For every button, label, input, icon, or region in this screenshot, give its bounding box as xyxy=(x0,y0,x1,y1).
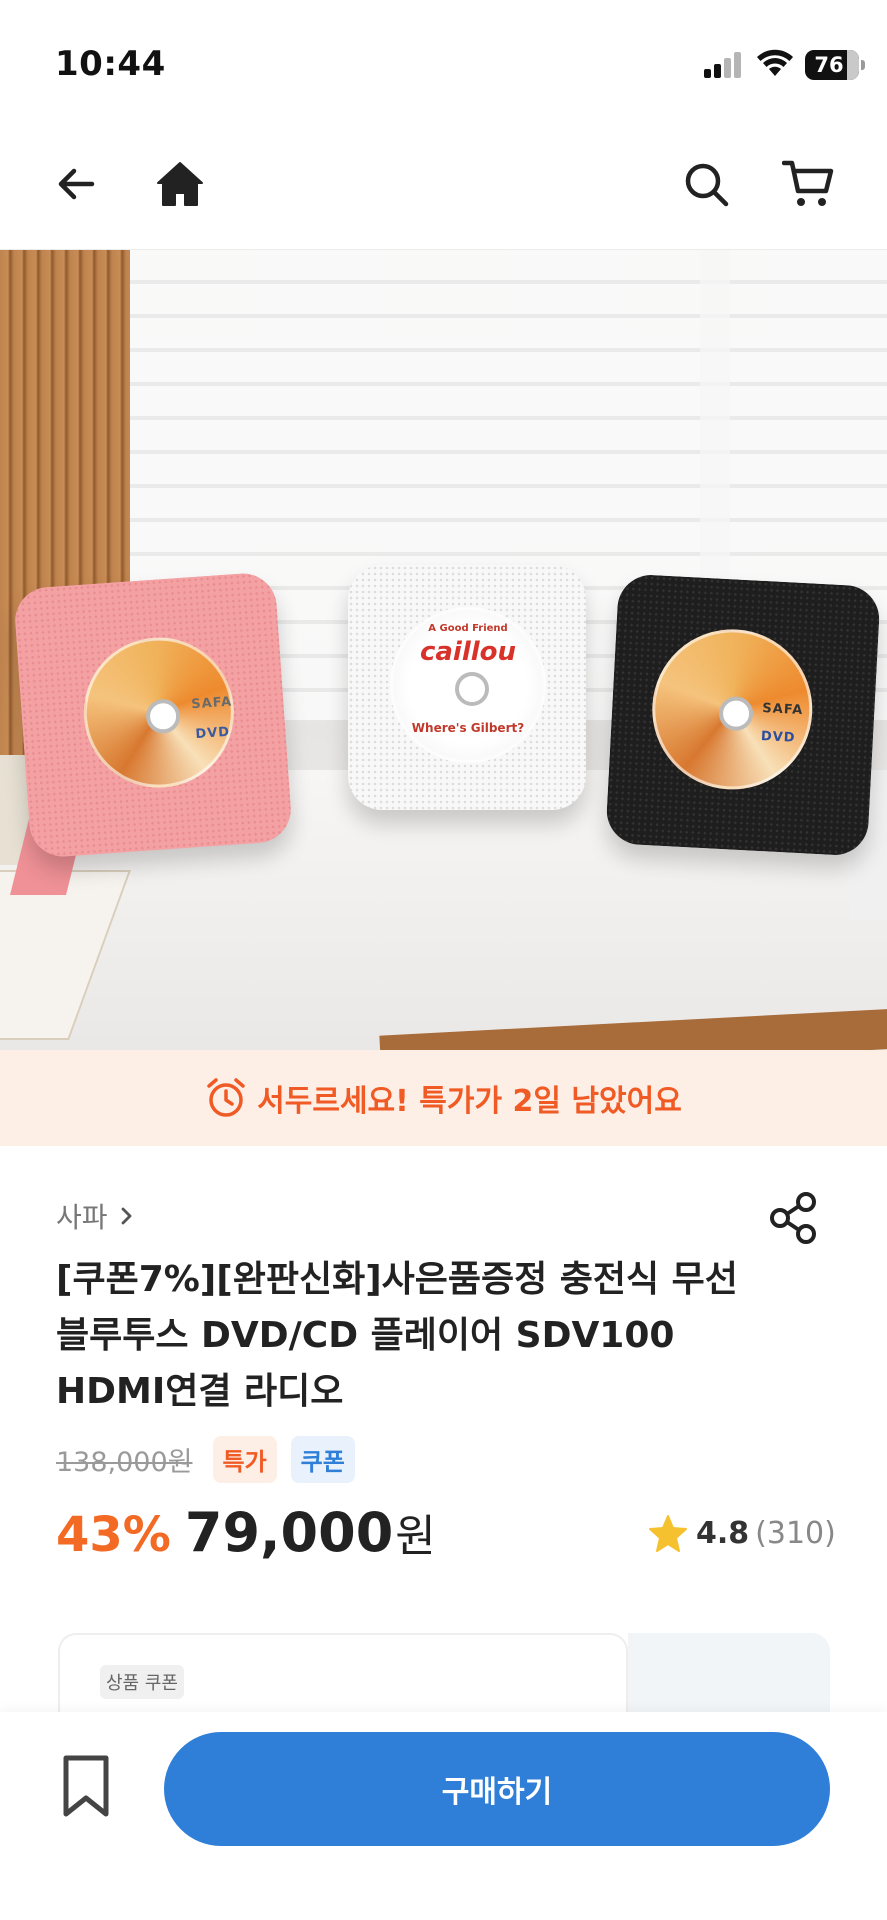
white-dvd-player: A Good Friend caillou Where's Gilbert? xyxy=(348,565,586,810)
product-title: [쿠폰7%][완판신화]사은품증정 충전식 무선 블루투스 DVD/CD 플레이… xyxy=(56,1259,738,1412)
format-label: DVD xyxy=(194,724,231,743)
alarm-clock-icon xyxy=(207,1078,245,1117)
seller-name: 사파 xyxy=(56,1201,108,1234)
price-row: 43% 79,000 원 xyxy=(56,1500,436,1564)
coupon-badge: 쿠폰 xyxy=(290,1436,355,1483)
rating-summary[interactable]: 4.8 (310) xyxy=(648,1514,836,1552)
bottom-action-bar: 구매하기 xyxy=(0,1712,887,1920)
disc-subtitle: Where's Gilbert? xyxy=(411,721,525,735)
pink-dvd-player: SAFA DVD xyxy=(12,571,294,859)
disc-top-text: A Good Friend xyxy=(428,623,508,634)
signal-icon xyxy=(704,52,744,78)
search-icon xyxy=(685,163,729,207)
search-button[interactable] xyxy=(676,154,736,214)
urgency-text: 서두르세요! 특가가 2일 남았어요 xyxy=(257,1084,682,1119)
bookmark-button[interactable] xyxy=(56,1752,116,1822)
original-price: 138,000원 xyxy=(56,1447,193,1478)
product-image-carousel[interactable]: SAFA DVD A Good Friend caillou Where's G… xyxy=(0,250,887,1050)
disc xyxy=(78,632,239,793)
sale-price: 79,000 xyxy=(184,1501,394,1564)
review-count: (310) xyxy=(755,1515,836,1551)
cart-button[interactable] xyxy=(778,154,838,214)
home-icon xyxy=(157,162,203,206)
cart-icon xyxy=(782,160,834,206)
discount-rate: 43% xyxy=(56,1507,171,1563)
buy-button[interactable]: 구매하기 xyxy=(164,1732,830,1846)
coupon-card-label: 상품 쿠폰 xyxy=(100,1665,184,1699)
deal-countdown-banner: 서두르세요! 특가가 2일 남았어요 xyxy=(0,1050,887,1146)
share-icon xyxy=(770,1192,816,1244)
battery-level: 76 xyxy=(814,53,844,77)
chevron-right-icon xyxy=(121,1207,131,1225)
battery-indicator: 76 xyxy=(805,50,865,80)
share-button[interactable] xyxy=(766,1190,822,1246)
home-button[interactable] xyxy=(150,154,210,214)
brand-label: SAFA xyxy=(761,701,804,719)
rating-value: 4.8 xyxy=(696,1515,750,1551)
seller-link[interactable]: 사파 xyxy=(56,1196,138,1236)
special-deal-badge: 특가 xyxy=(212,1436,277,1483)
status-time: 10:44 xyxy=(55,44,166,84)
bookmark-icon xyxy=(63,1755,109,1817)
brand-label: SAFA xyxy=(190,694,233,713)
top-nav-bar xyxy=(0,118,887,250)
status-bar: 10:44 76 xyxy=(0,0,887,118)
original-price-row: 138,000원 특가 쿠폰 xyxy=(56,1436,369,1483)
currency-unit: 원 xyxy=(395,1511,436,1562)
back-button[interactable] xyxy=(46,154,106,214)
disc-title: caillou xyxy=(419,637,517,667)
format-label: DVD xyxy=(760,728,796,746)
star-icon xyxy=(649,1515,687,1552)
wifi-icon xyxy=(757,49,793,76)
black-dvd-player: SAFA DVD xyxy=(605,573,881,857)
arrow-left-icon xyxy=(58,168,95,200)
